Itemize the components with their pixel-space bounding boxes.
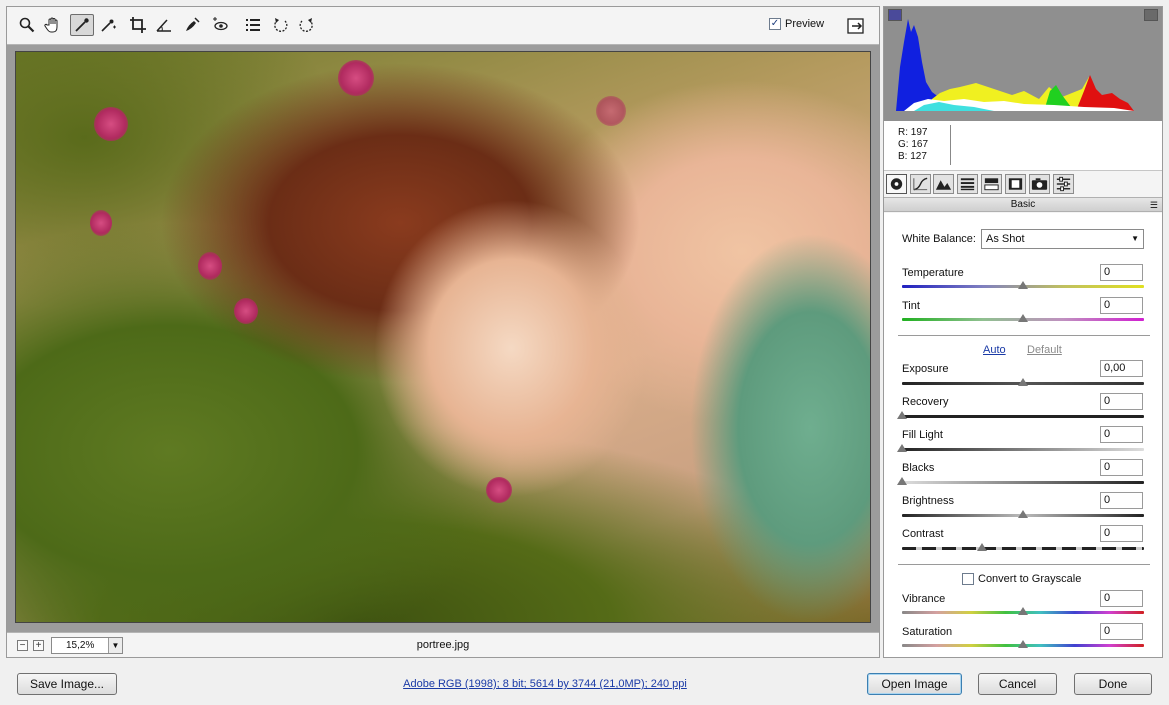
slider-thumb[interactable] [1018,281,1028,289]
tint-field[interactable]: 0 [1100,297,1143,314]
white-balance-tool-icon[interactable] [70,14,94,36]
flower-decoration [94,107,128,141]
slider-thumb[interactable] [1018,640,1028,648]
tab-split-toning-icon[interactable] [981,174,1002,194]
blacks-slider[interactable] [902,481,1144,484]
section-title: Basic [1010,199,1036,210]
divider [898,564,1150,565]
tab-hsl-icon[interactable] [957,174,978,194]
readout-divider [950,125,951,165]
default-link[interactable]: Default [1027,344,1062,356]
blacks-label: Blacks [902,462,935,474]
white-balance-label: White Balance: [902,233,976,245]
done-button[interactable]: Done [1074,673,1152,695]
recovery-field[interactable]: 0 [1100,393,1143,410]
flower-decoration [596,96,626,126]
exposure-field[interactable]: 0,00 [1100,360,1143,377]
toolbar: ✓ Preview [7,7,879,45]
preferences-icon[interactable] [241,14,265,36]
vibrance-field[interactable]: 0 [1100,590,1143,607]
green-value: G: 167 [898,139,929,150]
divider [898,335,1150,336]
histogram-graph [896,19,1134,111]
straighten-tool-icon[interactable] [152,14,176,36]
slider-thumb[interactable] [1018,510,1028,518]
auto-link[interactable]: Auto [983,344,1006,356]
tab-tone-curve-icon[interactable] [910,174,931,194]
flower-decoration [486,477,512,503]
fill-light-label: Fill Light [902,429,943,441]
grayscale-toggle[interactable]: Convert to Grayscale [962,573,1081,585]
temperature-label: Temperature [902,267,964,279]
fill-light-slider[interactable] [902,448,1144,451]
red-value: R: 197 [898,127,928,138]
basic-controls: White Balance: As Shot ▼ Temperature 0 T… [884,213,1162,657]
slider-thumb[interactable] [1018,607,1028,615]
white-balance-value: As Shot [986,233,1025,245]
color-sampler-tool-icon[interactable] [96,14,120,36]
slider-thumb[interactable] [1018,378,1028,386]
filename-label: portree.jpg [416,639,470,651]
preview-label: Preview [785,18,825,30]
temperature-field[interactable]: 0 [1100,264,1143,281]
blue-value: B: 127 [898,151,927,162]
brightness-label: Brightness [902,495,954,507]
flower-decoration [338,60,374,96]
slider-thumb[interactable] [897,444,907,452]
brightness-field[interactable]: 0 [1100,492,1143,509]
vibrance-label: Vibrance [902,593,946,605]
contrast-field[interactable]: 0 [1100,525,1143,542]
exposure-label: Exposure [902,363,949,375]
tab-presets-icon[interactable] [1053,174,1074,194]
chevron-down-icon: ▼ [1131,234,1139,243]
slider-thumb[interactable] [897,411,907,419]
histogram [884,7,1162,121]
panel-menu-icon[interactable]: ☰ [1150,199,1158,212]
tab-detail-icon[interactable] [933,174,954,194]
fill-light-field[interactable]: 0 [1100,426,1143,443]
contrast-label: Contrast [902,528,944,540]
zoom-tool-icon[interactable] [15,14,39,36]
preview-toggle[interactable]: ✓ Preview [769,18,824,30]
fullscreen-icon[interactable] [846,16,866,36]
blacks-field[interactable]: 0 [1100,459,1143,476]
recovery-label: Recovery [902,396,949,408]
crop-tool-icon[interactable] [126,14,150,36]
tab-lens-corrections-icon[interactable] [1005,174,1026,194]
image-area: ✓ Preview − + 15,2% ▼ portree.jpg [6,6,880,658]
panel-tabs [884,171,1162,197]
status-bar: − + 15,2% ▼ portree.jpg [7,632,879,657]
section-header: Basic ☰ [884,197,1162,212]
tint-label: Tint [902,300,920,312]
open-image-button[interactable]: Open Image [867,673,962,695]
hand-tool-icon[interactable] [41,14,65,36]
contrast-slider[interactable] [902,547,1144,550]
rgb-readout: R: 197 G: 167 B: 127 [884,121,1162,171]
tab-camera-calibration-icon[interactable] [1029,174,1050,194]
white-balance-select[interactable]: As Shot ▼ [981,229,1144,249]
red-eye-tool-icon[interactable] [208,14,232,36]
rotate-right-icon[interactable] [294,14,318,36]
slider-thumb[interactable] [897,477,907,485]
preview-checkbox[interactable]: ✓ [769,18,781,30]
cancel-button[interactable]: Cancel [978,673,1057,695]
retouch-tool-icon[interactable] [180,14,204,36]
saturation-field[interactable]: 0 [1100,623,1143,640]
slider-thumb[interactable] [976,543,987,551]
grayscale-checkbox[interactable] [962,573,974,585]
flower-decoration [234,298,258,324]
tab-basic-icon[interactable] [886,174,907,194]
settings-panel: R: 197 G: 167 B: 127 Basic ☰ White Balan… [883,6,1163,658]
photo-preview[interactable] [15,51,871,623]
grayscale-label: Convert to Grayscale [978,573,1082,585]
rotate-left-icon[interactable] [269,14,293,36]
saturation-label: Saturation [902,626,953,638]
flower-decoration [198,252,222,280]
recovery-slider[interactable] [902,415,1144,418]
flower-decoration [90,210,112,236]
slider-thumb[interactable] [1018,314,1028,322]
